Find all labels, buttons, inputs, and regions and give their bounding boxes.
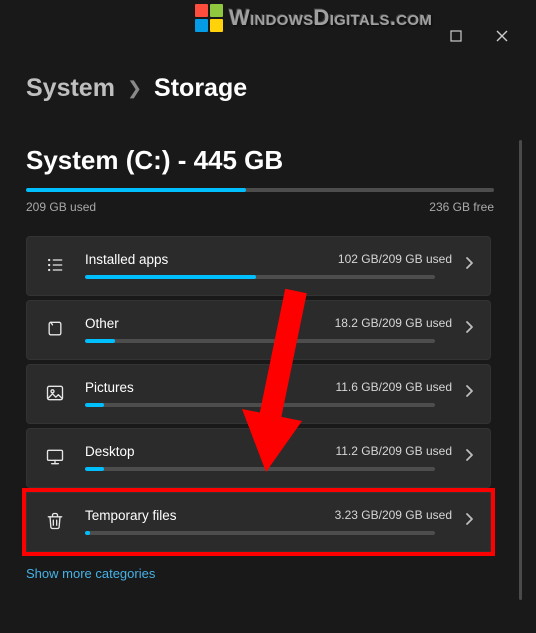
list-icon — [43, 255, 67, 275]
show-more-categories[interactable]: Show more categories — [26, 566, 510, 581]
category-other[interactable]: Other 18.2 GB/209 GB used — [26, 300, 491, 360]
maximize-button[interactable] — [448, 28, 464, 44]
drive-usage-bar — [26, 188, 494, 192]
category-desktop[interactable]: Desktop 11.2 GB/209 GB used — [26, 428, 491, 488]
chevron-right-icon — [464, 384, 474, 403]
category-usage-label: 11.6 GB/209 GB used — [335, 380, 452, 394]
category-usage-bar — [85, 531, 435, 535]
category-usage-label: 11.2 GB/209 GB used — [335, 444, 452, 458]
category-usage-label: 3.23 GB/209 GB used — [335, 508, 452, 522]
category-pictures[interactable]: Pictures 11.6 GB/209 GB used — [26, 364, 491, 424]
category-usage-label: 102 GB/209 GB used — [338, 252, 452, 266]
category-installed-apps[interactable]: Installed apps 102 GB/209 GB used — [26, 236, 491, 296]
category-label: Other — [85, 316, 119, 331]
chevron-right-icon — [464, 256, 474, 275]
chevron-right-icon — [464, 320, 474, 339]
folder-icon — [43, 319, 67, 339]
chevron-right-icon: ❯ — [127, 78, 142, 99]
drive-free-label: 236 GB free — [429, 200, 494, 214]
category-usage-bar — [85, 275, 435, 279]
category-usage-bar — [85, 467, 435, 471]
category-usage-bar — [85, 403, 435, 407]
page-title: Storage — [154, 74, 247, 103]
chevron-right-icon — [464, 512, 474, 531]
trash-icon — [43, 511, 67, 531]
breadcrumb: System ❯ Storage — [26, 74, 510, 103]
drive-used-label: 209 GB used — [26, 200, 96, 214]
monitor-icon — [43, 447, 67, 467]
picture-icon — [43, 383, 67, 403]
category-label: Installed apps — [85, 252, 168, 267]
drive-title: System (C:) - 445 GB — [26, 145, 510, 176]
category-usage-label: 18.2 GB/209 GB used — [335, 316, 452, 330]
category-label: Pictures — [85, 380, 134, 395]
breadcrumb-prev[interactable]: System — [26, 74, 115, 103]
scrollbar[interactable] — [519, 140, 522, 600]
close-button[interactable] — [494, 28, 510, 44]
chevron-right-icon — [464, 448, 474, 467]
category-label: Desktop — [85, 444, 135, 459]
category-usage-bar — [85, 339, 435, 343]
category-temporary-files[interactable]: Temporary files 3.23 GB/209 GB used — [26, 492, 491, 552]
category-label: Temporary files — [85, 508, 177, 523]
